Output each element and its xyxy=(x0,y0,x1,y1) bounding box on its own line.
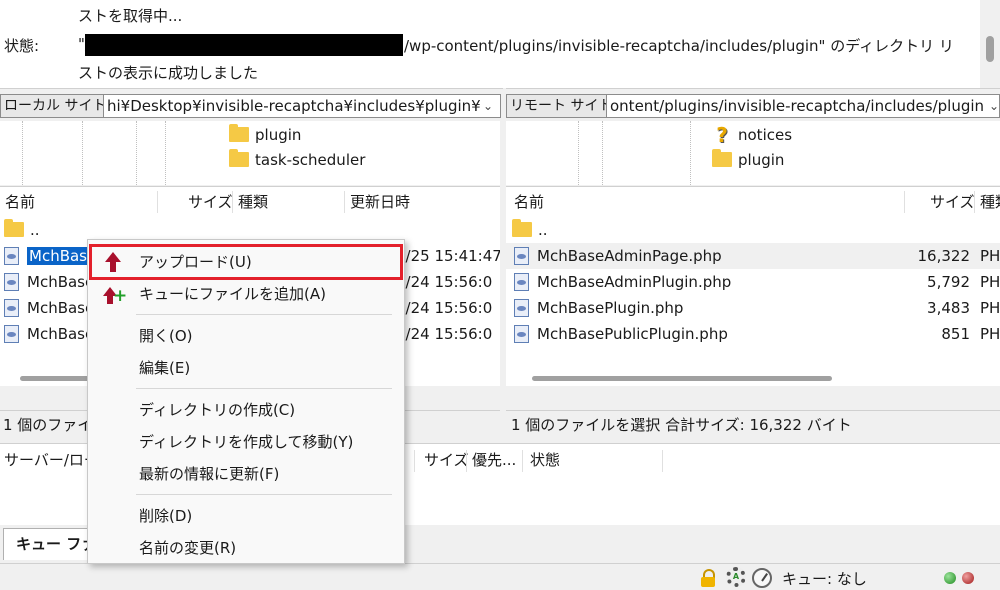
table-row[interactable]: MchBaseAdminPage.php 16,322 PH xyxy=(506,243,1000,269)
sort-chevron-icon: ˆ xyxy=(702,186,708,193)
folder-icon xyxy=(4,219,24,237)
menu-item-add-to-queue[interactable]: + キューにファイルを追加(A) xyxy=(89,278,403,310)
queue-status-text: キュー: なし xyxy=(782,570,867,588)
gear-icon: A xyxy=(726,567,746,587)
horizontal-scrollbar[interactable] xyxy=(506,373,1000,385)
column-header-name[interactable]: 名前 xyxy=(5,187,35,217)
log-line: /wp-content/plugins/invisible-recaptcha/… xyxy=(404,37,954,55)
tree-node[interactable]: ? notices xyxy=(712,123,792,147)
php-file-icon xyxy=(514,299,529,317)
add-to-queue-icon: + xyxy=(101,283,127,307)
folder-icon xyxy=(712,149,732,167)
log-scrollbar[interactable] xyxy=(980,0,1000,88)
php-file-icon xyxy=(4,325,19,343)
php-file-icon xyxy=(4,273,19,291)
remote-file-list: 名前 ˆ サイズ 種類 .. MchBaseAdminPage.php 16,3… xyxy=(506,186,1000,386)
column-header-priority[interactable]: 優先... xyxy=(472,444,516,476)
menu-item-open[interactable]: 開く(O) xyxy=(89,320,403,352)
log-scroll-thumb[interactable] xyxy=(986,36,994,62)
tree-node[interactable]: plugin xyxy=(229,123,301,147)
column-header-modified[interactable]: 更新日時 xyxy=(350,187,410,217)
highlight-box xyxy=(89,244,403,280)
column-header-status[interactable]: 状態 xyxy=(530,444,560,476)
status-bar: A キュー: なし xyxy=(0,563,1000,590)
menu-item-edit[interactable]: 編集(E) xyxy=(89,352,403,384)
php-file-icon xyxy=(4,247,19,265)
remote-path-input[interactable]: ontent/plugins/invisible-recaptcha/inclu… xyxy=(606,94,1000,118)
tree-node[interactable]: plugin xyxy=(712,148,784,172)
remote-site-bar: リモート サイト: ontent/plugins/invisible-recap… xyxy=(506,88,1000,120)
local-site-bar: ローカル サイト: hi¥Desktop¥invisible-recaptcha… xyxy=(0,88,503,120)
tab-queued-files[interactable]: キュー ファイル xyxy=(3,528,91,560)
list-item[interactable]: .. xyxy=(506,217,1000,243)
column-header-name[interactable]: 名前 xyxy=(514,187,544,217)
redacted-host xyxy=(85,34,403,56)
local-site-label: ローカル サイト: xyxy=(0,94,116,118)
receive-led-icon xyxy=(944,572,956,584)
column-header-type[interactable]: 種類 xyxy=(238,187,268,217)
log-line: ストの表示に成功しました xyxy=(78,64,259,82)
table-row[interactable]: MchBasePlugin.php 3,483 PH xyxy=(506,295,1000,321)
question-folder-icon: ? xyxy=(716,123,728,147)
speed-limit-icon[interactable] xyxy=(752,568,772,588)
menu-item-create-and-enter[interactable]: ディレクトリを作成して移動(Y) xyxy=(89,426,403,458)
php-file-icon xyxy=(514,325,529,343)
context-menu: アップロード(U) + キューにファイルを追加(A) 開く(O) 編集(E) ディ… xyxy=(87,239,405,564)
chevron-down-icon[interactable]: ⌄ xyxy=(984,94,1000,118)
column-header-type[interactable]: 種類 xyxy=(980,187,1000,217)
table-row[interactable]: MchBaseAdminPlugin.php 5,792 PH xyxy=(506,269,1000,295)
local-path-input[interactable]: hi¥Desktop¥invisible-recaptcha¥includes¥… xyxy=(103,94,501,118)
folder-icon xyxy=(229,149,249,167)
php-file-icon xyxy=(514,247,529,265)
send-led-icon xyxy=(962,572,974,584)
remote-selection-status: 1 個のファイルを選択 合計サイズ: 16,322 バイト xyxy=(506,410,1000,438)
column-header-size[interactable]: サイズ xyxy=(424,444,469,476)
folder-icon xyxy=(512,219,532,237)
column-header-size[interactable]: サイズ xyxy=(188,187,233,217)
chevron-down-icon[interactable]: ⌄ xyxy=(478,94,498,118)
menu-item-create-directory[interactable]: ディレクトリの作成(C) xyxy=(89,394,403,426)
tree-node[interactable]: task-scheduler xyxy=(229,148,365,172)
remote-dir-tree: ? notices plugin xyxy=(506,121,1000,185)
php-file-icon xyxy=(4,299,19,317)
menu-item-rename[interactable]: 名前の変更(R) xyxy=(89,532,403,564)
table-row[interactable]: MchBasePublicPlugin.php 851 PH xyxy=(506,321,1000,347)
lock-icon xyxy=(700,569,716,587)
log-status-label: 状態: xyxy=(4,37,40,55)
menu-item-delete[interactable]: 削除(D) xyxy=(89,500,403,532)
message-log: ストを取得中... 状態: "/ /wp-content/plugins/inv… xyxy=(0,0,1000,88)
column-header-size[interactable]: サイズ xyxy=(930,187,975,217)
menu-item-refresh[interactable]: 最新の情報に更新(F) xyxy=(89,458,403,490)
local-dir-tree: plugin task-scheduler xyxy=(0,121,500,185)
log-line: ストを取得中... xyxy=(78,7,183,25)
php-file-icon xyxy=(514,273,529,291)
folder-icon xyxy=(229,124,249,142)
remote-site-label: リモート サイト: xyxy=(506,94,622,118)
